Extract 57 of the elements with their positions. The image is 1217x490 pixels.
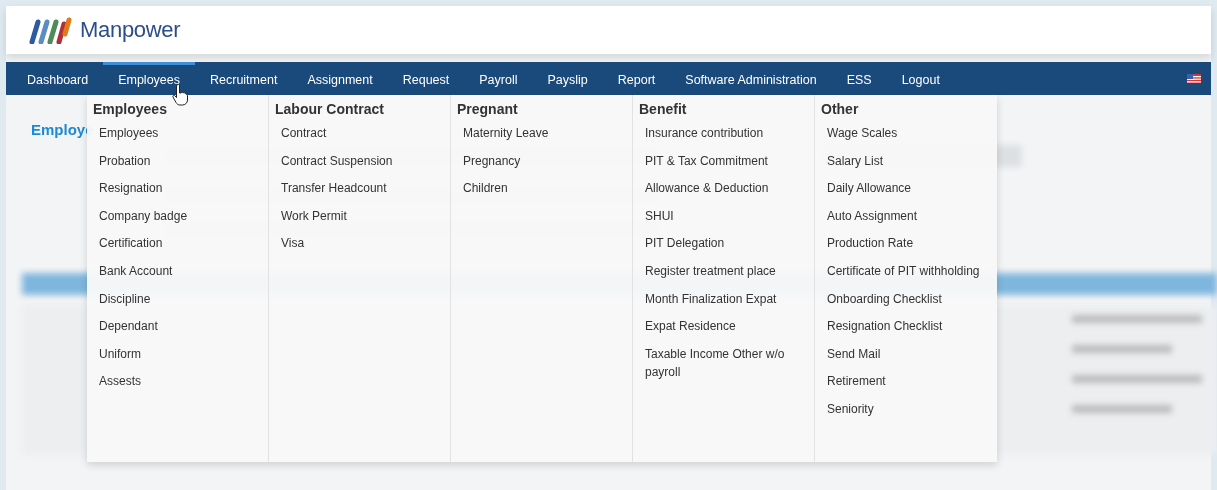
nav-tab[interactable]: Assignment [292,62,388,95]
menu-item[interactable]: Probation [93,151,262,180]
menu-item[interactable]: Visa [275,234,444,262]
menu-item[interactable]: Wage Scales [821,124,991,152]
menu-item[interactable]: Daily Allowance [821,179,991,207]
nav-tab[interactable]: Request [387,62,465,95]
page-title: Employe [31,121,94,138]
menu-item[interactable]: Register treatment place [639,261,808,290]
menu-item[interactable]: Employees [93,124,262,152]
menu-item[interactable]: Allowance & Deduction [639,179,808,207]
menu-item[interactable]: SHUI [639,206,808,235]
menu-item[interactable]: Certification [93,234,262,262]
menu-item[interactable]: PIT & Tax Commitment [639,151,808,180]
nav-tab[interactable]: Recruitment [195,62,293,95]
logo-text: Manpower [80,17,181,43]
menu-item[interactable]: Pregnancy [457,151,626,180]
nav-tab[interactable]: Payroll [464,62,533,95]
menu-item[interactable]: Auto Assignment [821,206,991,235]
flag-icon[interactable] [1187,74,1201,83]
nav-tab[interactable]: ESS [831,62,887,95]
menu-heading: Employees [93,101,168,117]
menu-item[interactable]: Transfer Headcount [275,179,444,207]
menu-item[interactable]: Maternity Leave [457,124,626,152]
menu-item[interactable]: Resignation Checklist [821,317,991,345]
menu-item[interactable]: Uniform [93,344,262,373]
menu-heading: Other [821,101,860,117]
menu-item[interactable]: Resignation [93,179,262,207]
nav-tab[interactable]: Dashboard [12,62,104,95]
menu-item[interactable]: PIT Delegation [639,234,808,262]
menu-item[interactable]: Work Permit [275,206,444,235]
menu-item[interactable]: Production Rate [821,234,991,262]
menu-item[interactable]: Send Mail [821,344,991,373]
menu-item[interactable]: Contract Suspension [275,151,444,180]
menu-item[interactable]: Seniority [821,399,991,428]
menu-item[interactable]: Expat Residence [639,317,808,345]
menu-item[interactable]: Month Finalization Expat [639,289,808,318]
nav-tab[interactable]: Payslip [532,62,603,95]
nav-tab[interactable]: Software Administration [670,62,832,95]
menu-item[interactable]: Certificate of PIT withholding [821,261,991,290]
menu-item[interactable]: Children [457,179,626,207]
menu-item[interactable]: Taxable Income Other w/o payroll [639,344,808,381]
nav-tab[interactable]: Report [602,62,671,95]
menu-item[interactable]: Insurance contribution [639,124,808,152]
menu-heading: Pregnant [457,101,519,117]
logo-stripes-icon [26,16,72,44]
menu-item[interactable]: Bank Account [93,261,262,290]
menu-item[interactable]: Assests [93,372,262,400]
menu-heading: Benefit [639,101,688,117]
menu-item[interactable]: Company badge [93,206,262,235]
menu-item[interactable]: Onboarding Checklist [821,289,991,318]
menu-item[interactable]: Retirement [821,372,991,400]
menu-item[interactable]: Discipline [93,289,262,318]
nav-tab[interactable]: Logout [886,62,955,95]
menu-item[interactable]: Contract [275,124,444,152]
menu-item[interactable]: Dependant [93,317,262,345]
menu-heading: Labour Contract [275,101,385,117]
menu-item[interactable]: Salary List [821,151,991,180]
